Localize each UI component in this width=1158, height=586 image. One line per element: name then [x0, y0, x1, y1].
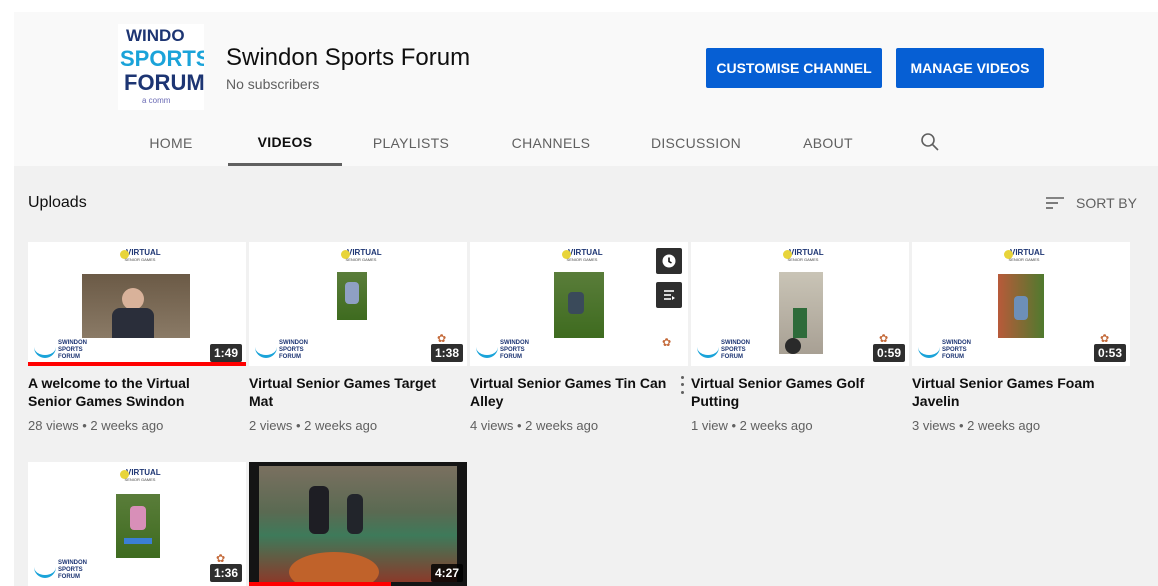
video-meta: 3 views • 2 weeks ago — [912, 418, 1041, 433]
thumbnail-photo — [554, 272, 604, 338]
channel-search-icon[interactable] — [918, 130, 942, 154]
swindon-sports-forum-logo: SWINDON SPORTS FORUM — [34, 338, 94, 364]
virtual-senior-games-logo: VIRTUAL SENIOR GAMES — [120, 248, 161, 262]
video-title[interactable]: Virtual Senior Games Target Mat — [249, 374, 467, 410]
channel-header: WINDO SPORTS FORUM a comm Swindon Sports… — [14, 12, 1158, 166]
video-duration: 0:53 — [1093, 344, 1126, 362]
subscriber-count: No subscribers — [226, 76, 320, 92]
swindon-sports-forum-logo: SWINDON SPORTS FORUM — [697, 338, 757, 364]
video-title[interactable]: Virtual Senior Games Foam Javelin — [912, 374, 1130, 410]
manage-videos-button[interactable]: MANAGE VIDEOS — [896, 48, 1044, 88]
swindon-sports-forum-logo: SWINDON SPORTS FORUM — [255, 338, 315, 364]
thumbnail-photo — [998, 274, 1044, 338]
virtual-senior-games-logo: VIRTUAL SENIOR GAMES — [783, 248, 824, 262]
video-duration: 1:38 — [430, 344, 463, 362]
more-options-icon[interactable] — [676, 374, 688, 396]
video-card[interactable]: VIRTUAL SENIOR GAMES SWINDON SPORTS FORUM… — [28, 242, 246, 433]
thumbnail-photo — [337, 272, 367, 320]
video-duration: 1:36 — [209, 564, 242, 582]
video-duration: 1:49 — [209, 344, 242, 362]
channel-name: Swindon Sports Forum — [226, 44, 471, 71]
thumbnail-photo — [116, 494, 160, 558]
video-meta: 1 view • 2 weeks ago — [691, 418, 813, 433]
video-meta: 2 views • 2 weeks ago — [249, 418, 378, 433]
watch-progress-bar — [249, 582, 391, 586]
watch-progress-bar — [28, 362, 246, 366]
swindon-sports-forum-logo: SWINDON SPORTS FORUM — [34, 558, 94, 584]
tab-playlists[interactable]: PLAYLISTS — [360, 120, 462, 166]
video-thumbnail[interactable]: VIRTUAL SENIOR GAMES SWINDON SPORTS FORUM… — [249, 242, 467, 366]
tab-home[interactable]: HOME — [132, 120, 210, 166]
virtual-senior-games-logo: VIRTUAL SENIOR GAMES — [341, 248, 382, 262]
tab-videos[interactable]: VIDEOS — [228, 120, 342, 166]
sort-by-label: SORT BY — [1076, 195, 1137, 211]
watch-later-icon[interactable] — [656, 248, 682, 274]
video-meta: 4 views • 2 weeks ago — [470, 418, 599, 433]
video-thumbnail[interactable]: VIRTUAL SENIOR GAMES SWINDON SPORTS FORUM… — [470, 242, 688, 366]
swindon-sports-forum-logo: SWINDON SPORTS FORUM — [918, 338, 978, 364]
videos-content: Uploads SORT BY VIRTUAL SENIOR GAMES SWIN… — [14, 166, 1158, 586]
uploads-heading: Uploads — [28, 194, 87, 211]
video-thumbnail[interactable]: VIRTUAL SENIOR GAMES SWINDON SPORTS FORUM… — [28, 242, 246, 366]
video-card[interactable]: VIRTUAL SENIOR GAMES SWINDON SPORTS FORUM… — [28, 462, 246, 586]
logo-line-2: SPORTS — [120, 46, 204, 71]
video-thumbnail[interactable]: VIRTUAL SENIOR GAMES SWINDON SPORTS FORUM… — [912, 242, 1130, 366]
logo-line-1: WINDO — [126, 26, 185, 45]
channel-avatar[interactable]: WINDO SPORTS FORUM a comm — [118, 24, 204, 110]
sort-icon — [1046, 197, 1064, 209]
swindon-sports-forum-logo: SWINDON SPORTS FORUM — [476, 338, 536, 364]
logo-line-3: FORUM — [124, 70, 204, 95]
sort-by-button[interactable]: SORT BY — [1044, 192, 1137, 214]
tab-about[interactable]: ABOUT — [788, 120, 868, 166]
video-duration: 0:59 — [872, 344, 905, 362]
video-thumbnail[interactable]: 4:27 — [249, 462, 467, 586]
virtual-senior-games-logo: VIRTUAL SENIOR GAMES — [562, 248, 603, 262]
video-card[interactable]: 4:27 — [249, 462, 467, 586]
tab-discussion[interactable]: DISCUSSION — [644, 120, 748, 166]
logo-line-4: a comm — [142, 96, 171, 105]
video-card[interactable]: VIRTUAL SENIOR GAMES SWINDON SPORTS FORUM… — [249, 242, 467, 433]
channel-tabs: HOME VIDEOS PLAYLISTS CHANNELS DISCUSSIO… — [14, 120, 1158, 166]
thumbnail-photo — [779, 272, 823, 354]
video-card[interactable]: VIRTUAL SENIOR GAMES SWINDON SPORTS FORUM… — [912, 242, 1130, 433]
video-meta: 28 views • 2 weeks ago — [28, 418, 164, 433]
thumbnail-photo — [82, 274, 190, 338]
video-card[interactable]: VIRTUAL SENIOR GAMES SWINDON SPORTS FORUM… — [470, 242, 688, 433]
video-thumbnail[interactable]: VIRTUAL SENIOR GAMES SWINDON SPORTS FORUM… — [691, 242, 909, 366]
video-title[interactable]: Virtual Senior Games Tin Can Alley — [470, 374, 688, 410]
decoration-icon: ✿ — [662, 337, 672, 349]
video-title[interactable]: Virtual Senior Games Golf Putting — [691, 374, 909, 410]
virtual-senior-games-logo: VIRTUAL SENIOR GAMES — [120, 468, 161, 482]
customise-channel-button[interactable]: CUSTOMISE CHANNEL — [706, 48, 882, 88]
video-card[interactable]: VIRTUAL SENIOR GAMES SWINDON SPORTS FORUM… — [691, 242, 909, 433]
virtual-senior-games-logo: VIRTUAL SENIOR GAMES — [1004, 248, 1045, 262]
tab-channels[interactable]: CHANNELS — [500, 120, 602, 166]
thumbnail-photo — [259, 466, 457, 586]
video-thumbnail[interactable]: VIRTUAL SENIOR GAMES SWINDON SPORTS FORUM… — [28, 462, 246, 586]
video-title[interactable]: A welcome to the Virtual Senior Games Sw… — [28, 374, 246, 410]
add-to-queue-icon[interactable] — [656, 282, 682, 308]
video-duration: 4:27 — [430, 564, 463, 582]
